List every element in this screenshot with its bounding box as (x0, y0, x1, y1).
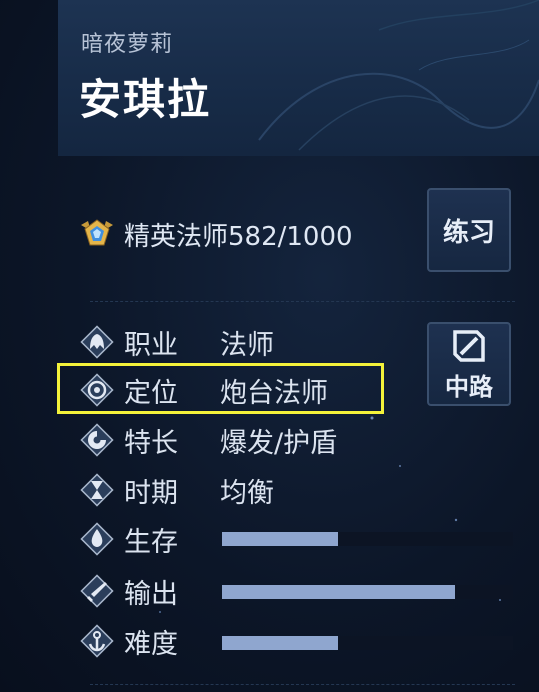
stat-row-difficulty: 难度 (78, 621, 220, 661)
damage-sword-icon (80, 574, 114, 608)
attr-key: 职业 (124, 329, 178, 361)
difficulty-anchor-icon (80, 624, 114, 658)
stat-row-survival: 生存 (78, 519, 220, 559)
attr-row-specialty: 特长 爆发/护盾 (78, 420, 337, 460)
damage-bar-fill (222, 585, 455, 599)
survival-bar (222, 532, 513, 546)
mid-lane-icon (453, 329, 485, 362)
elite-rank-badge-icon (81, 219, 113, 246)
divider-bottom (90, 684, 515, 685)
stat-key: 生存 (124, 526, 178, 558)
lane-button-label: 中路 (445, 372, 493, 401)
stat-key: 难度 (124, 628, 178, 660)
attr-value: 法师 (220, 329, 274, 361)
lane-button[interactable]: 中路 (427, 322, 511, 406)
survival-drop-icon (80, 522, 114, 556)
attr-row-class: 职业 法师 (78, 322, 274, 362)
attr-key: 时期 (124, 477, 178, 509)
specialty-icon (80, 423, 114, 457)
damage-bar (222, 585, 513, 599)
stat-row-damage: 输出 (78, 571, 220, 611)
class-icon (80, 325, 114, 359)
highlight-box (57, 363, 384, 414)
attr-value: 均衡 (220, 477, 274, 509)
difficulty-bar (222, 636, 513, 650)
stat-key: 输出 (124, 578, 178, 610)
header-swirl-decoration (258, 0, 539, 151)
survival-bar-fill (222, 532, 339, 546)
hourglass-icon (80, 473, 114, 507)
attr-key: 特长 (124, 427, 178, 459)
attr-value: 爆发/护盾 (220, 427, 338, 459)
practice-button[interactable]: 练习 (427, 188, 511, 272)
practice-button-label: 练习 (442, 217, 495, 248)
rank-row: 精英法师582/1000 (78, 214, 353, 254)
difficulty-bar-fill (222, 636, 339, 650)
attr-row-period: 时期 均衡 (78, 470, 274, 510)
rank-text: 精英法师582/1000 (124, 221, 353, 252)
hero-subtitle: 暗夜萝莉 (81, 32, 174, 57)
hero-name: 安琪拉 (79, 75, 212, 124)
divider-top (90, 301, 515, 302)
